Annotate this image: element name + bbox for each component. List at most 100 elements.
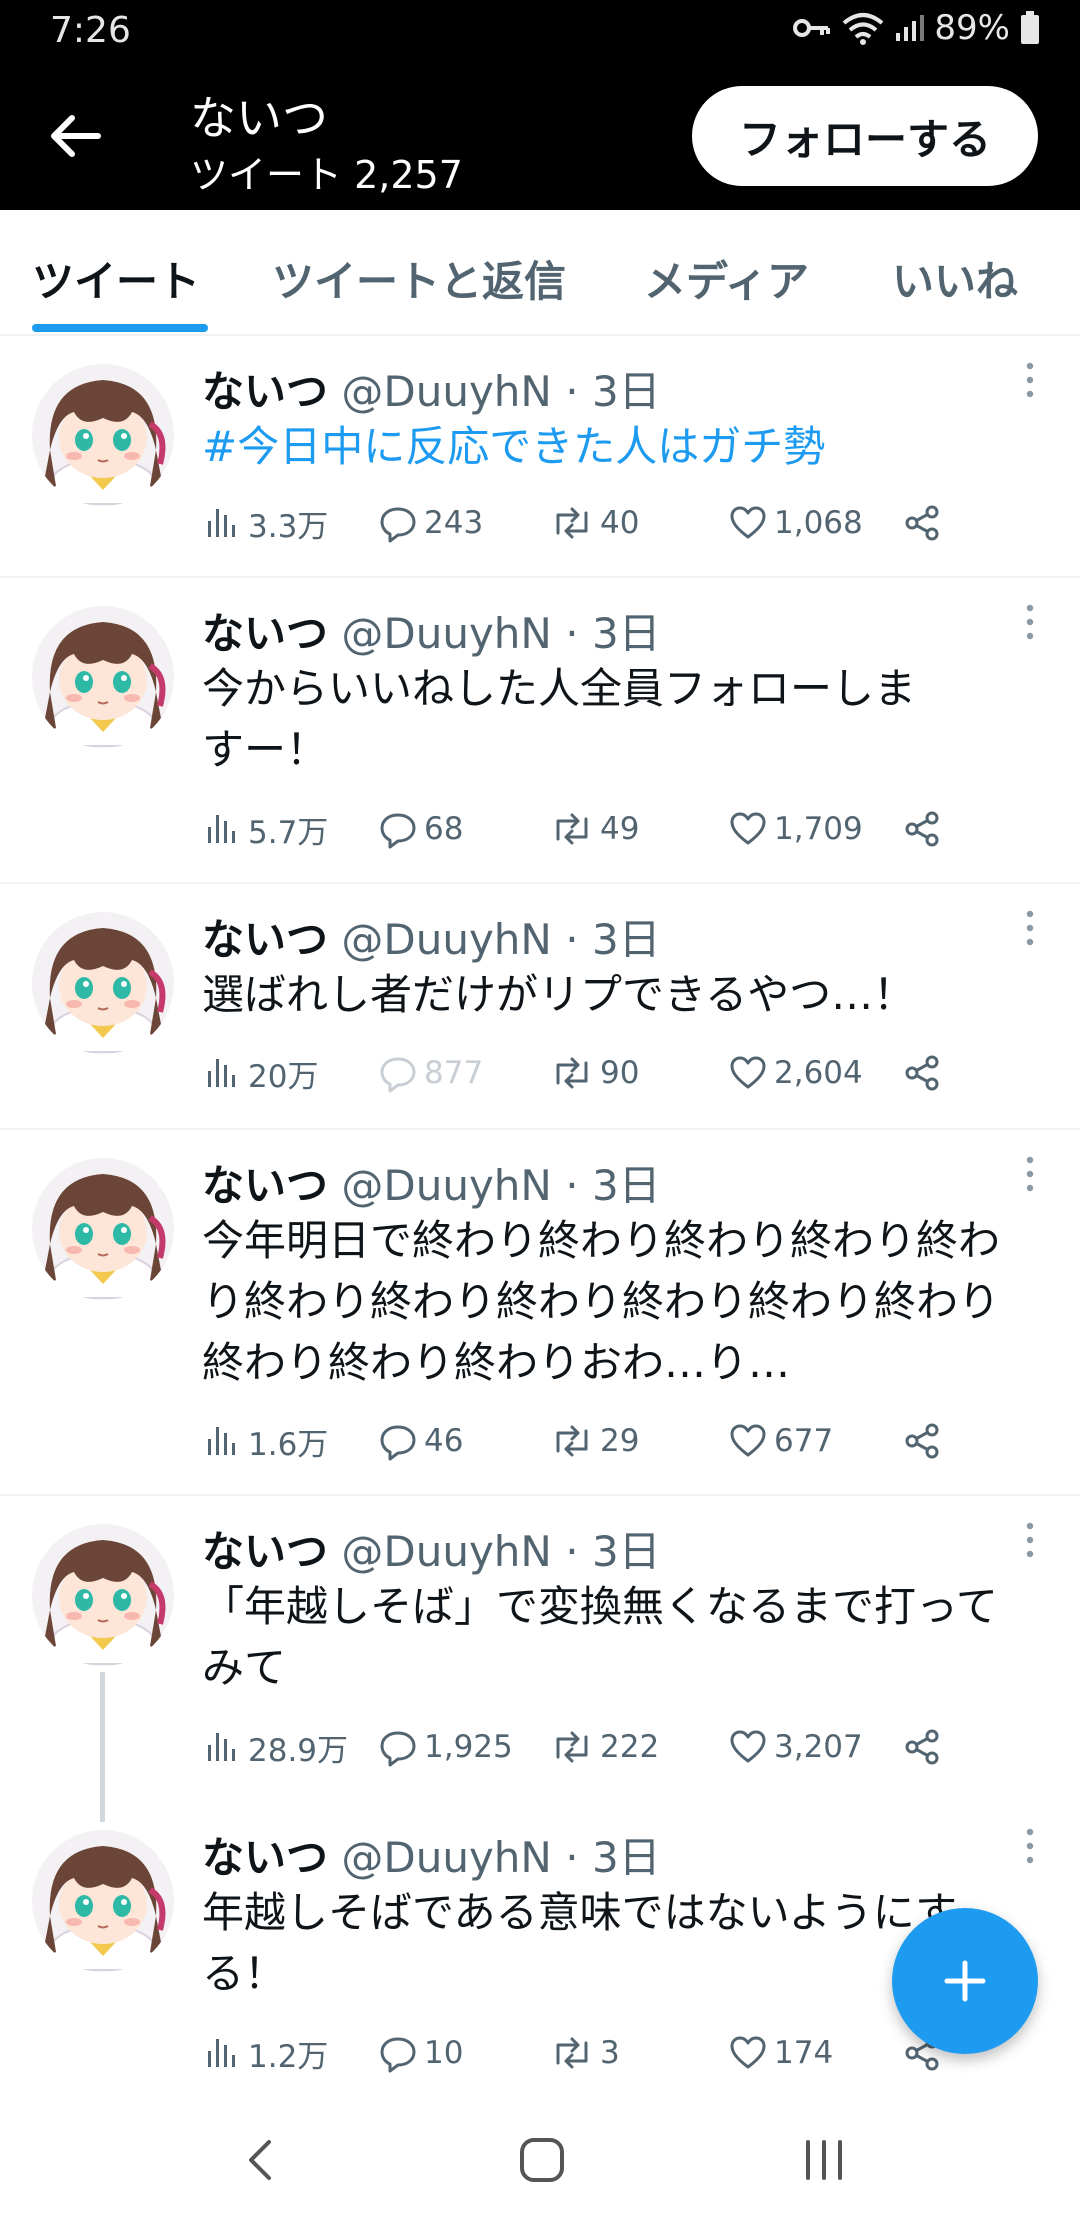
share-button[interactable] [902,1722,942,1772]
retweet-button[interactable]: 29 [550,1416,639,1466]
tab-tweets[interactable]: ツイート [32,248,200,309]
tweet-author-handle[interactable]: @DuuyhN [341,915,551,964]
heart-icon [728,809,768,849]
tweet-author-name[interactable]: ないつ [202,367,328,416]
compose-tweet-button[interactable] [892,1908,1038,2054]
tweet-author-handle[interactable]: @DuuyhN [341,609,551,658]
reply-icon [378,1053,418,1093]
reply-count: 10 [424,2035,464,2071]
more-options-icon[interactable] [1020,908,1040,948]
retweet-icon [550,2033,594,2073]
avatar[interactable] [32,912,174,1054]
reply-count: 1,925 [424,1729,513,1765]
system-nav-bar [0,2100,1080,2220]
tab-media[interactable]: メディア [644,248,809,309]
tab-tweets-and-replies[interactable]: ツイートと返信 [272,248,566,309]
separator-dot: · [565,609,579,658]
like-button[interactable]: 3,207 [728,1722,863,1772]
views-icon [202,809,242,849]
like-button[interactable]: 174 [728,2028,833,2078]
profile-header: ないつ ツイート 2,257 フォローする [0,64,1080,210]
avatar[interactable] [32,364,174,506]
wifi-icon [842,11,884,45]
avatar[interactable] [32,1158,174,1300]
profile-tabs: ツイート ツイートと返信 メディア いいね [0,210,1080,336]
more-options-icon[interactable] [1020,602,1040,642]
tweet[interactable]: ないつ @DuuyhN · 3日 「年越しそば」で変換無くなるまで打って みて … [0,1496,1080,1822]
tweet-author-handle[interactable]: @DuuyhN [341,1833,551,1882]
tweet-author-name[interactable]: ないつ [202,1161,328,1210]
tweet-author-handle[interactable]: @DuuyhN [341,1527,551,1576]
tweet-author-handle[interactable]: @DuuyhN [341,367,551,416]
tweet-author-name[interactable]: ないつ [202,609,328,658]
separator-dot: · [565,1833,579,1882]
views-button[interactable]: 28.9万 [202,1722,348,1772]
retweet-button[interactable]: 222 [550,1722,659,1772]
tweet-text: 今からいいねした人全員フォローしま すー！ [202,664,917,774]
retweet-count: 29 [600,1423,640,1459]
like-button[interactable]: 2,604 [728,1048,863,1098]
like-button[interactable]: 677 [728,1416,833,1466]
share-button[interactable] [902,1416,942,1466]
more-options-icon[interactable] [1020,1154,1040,1194]
nav-back-button[interactable] [230,2130,290,2190]
tweet[interactable]: ないつ @DuuyhN · 3日 選ばれし者だけがリプできるやつ…！ 20万 8… [0,884,1080,1130]
avatar[interactable] [32,1524,174,1666]
reply-button[interactable]: 46 [378,1416,463,1466]
reply-button[interactable]: 10 [378,2028,463,2078]
heart-icon [728,1727,768,1767]
nav-recents-button[interactable] [794,2130,854,2190]
like-button[interactable]: 1,709 [728,804,863,854]
back-button[interactable] [40,100,112,172]
views-button[interactable]: 1.6万 [202,1416,328,1466]
share-button[interactable] [902,498,942,548]
retweet-button[interactable]: 90 [550,1048,639,1098]
tweet[interactable]: ないつ @DuuyhN · 3日 今年明日で終わり終わり終わり終わり終わ り終わ… [0,1130,1080,1496]
retweet-button[interactable]: 49 [550,804,639,854]
more-options-icon[interactable] [1020,1520,1040,1560]
tweet-actions: 1.6万 46 29 677 [202,1416,962,1466]
tweet[interactable]: ないつ @DuuyhN · 3日 #今日中に反応できた人はガチ勢 3.3万 24… [0,336,1080,578]
retweet-button[interactable]: 40 [550,498,639,548]
avatar[interactable] [32,606,174,748]
reply-button[interactable]: 1,925 [378,1722,513,1772]
share-icon [902,503,942,543]
hashtag-link[interactable]: #今日中に反応できた人はガチ勢 [202,416,1042,477]
retweet-button[interactable]: 3 [550,2028,620,2078]
tweet-header: ないつ @DuuyhN · 3日 [202,600,661,661]
retweet-icon [550,1053,594,1093]
tweet-author-name[interactable]: ないつ [202,915,328,964]
avatar[interactable] [32,1830,174,1972]
tweet-time: 3日 [591,915,661,964]
retweet-icon [550,1421,594,1461]
views-count: 1.2万 [248,2038,329,2075]
heart-icon [728,1421,768,1461]
like-count: 2,604 [774,1055,863,1091]
more-options-icon[interactable] [1020,1826,1040,1866]
tweet-text: 選ばれし者だけがリプできるやつ…！ [202,970,916,1019]
more-options-icon[interactable] [1020,360,1040,400]
tweet-author-name[interactable]: ないつ [202,1833,328,1882]
reply-button-disabled: 877 [378,1048,483,1098]
views-button[interactable]: 1.2万 [202,2028,328,2078]
home-square-icon [520,2138,564,2182]
tweet-author-name[interactable]: ないつ [202,1527,328,1576]
reply-button[interactable]: 68 [378,804,463,854]
follow-button[interactable]: フォローする [692,86,1038,186]
views-button[interactable]: 3.3万 [202,498,328,548]
tab-likes[interactable]: いいね [892,248,1018,309]
tweet-author-handle[interactable]: @DuuyhN [341,1161,551,1210]
share-button[interactable] [902,1048,942,1098]
like-button[interactable]: 1,068 [728,498,863,548]
views-button[interactable]: 20万 [202,1048,318,1098]
share-button[interactable] [902,804,942,854]
share-icon [902,809,942,849]
reply-button[interactable]: 243 [378,498,483,548]
like-count: 3,207 [774,1729,863,1765]
nav-home-button[interactable] [512,2130,572,2190]
views-button[interactable]: 5.7万 [202,804,328,854]
views-count: 5.7万 [248,814,329,851]
key-icon [792,14,832,42]
tweet-count: ツイート 2,257 [190,153,463,197]
tweet[interactable]: ないつ @DuuyhN · 3日 今からいいねした人全員フォローしま すー！ 5… [0,578,1080,884]
